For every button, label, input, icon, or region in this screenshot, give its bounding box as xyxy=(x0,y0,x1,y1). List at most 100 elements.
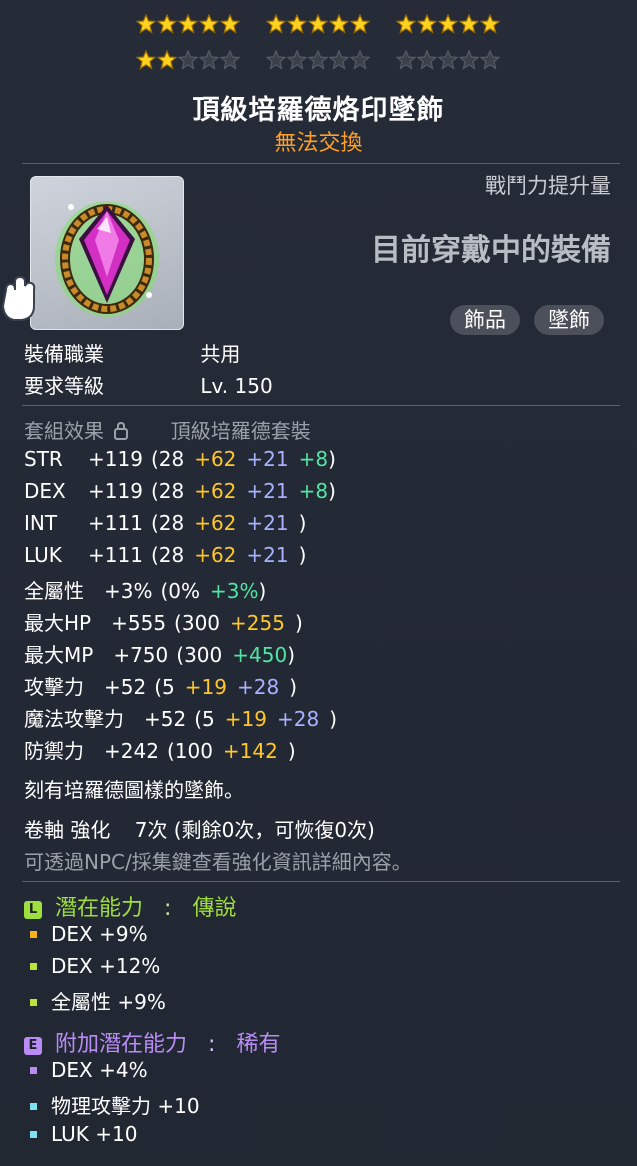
stat-name: STR xyxy=(24,447,63,471)
stat-row: 最大HP +555 (300 +255) xyxy=(24,607,303,636)
stat-flame: +255 xyxy=(230,611,285,635)
set-effect-row[interactable]: 套組效果 頂級培羅德套裝 xyxy=(24,415,311,445)
stat-base: (0% xyxy=(160,579,201,603)
stat-total: +3% xyxy=(104,579,153,603)
epic-badge-icon: E xyxy=(24,1037,42,1055)
star-empty-icon xyxy=(177,49,199,70)
star-filled-icon xyxy=(395,13,417,34)
potential-label: 潛在能力 xyxy=(55,896,144,921)
potential-line: DEX +9% xyxy=(30,922,148,946)
trade-status: 無法交換 xyxy=(274,131,363,156)
star-group xyxy=(395,49,501,70)
bullet-icon xyxy=(30,1067,37,1074)
stat-enhance: +21 xyxy=(246,447,289,471)
bullet-icon xyxy=(30,963,37,970)
stat-close: ) xyxy=(329,707,337,731)
stat-flame: +62 xyxy=(194,511,237,535)
star-filled-icon xyxy=(135,13,157,34)
level-label: 要求等級 xyxy=(24,374,104,398)
star-filled-icon xyxy=(286,13,308,34)
stat-row: 防禦力 +242 (100 +142) xyxy=(24,735,296,764)
star-empty-icon xyxy=(286,49,308,70)
star-filled-icon xyxy=(437,13,459,34)
stat-flame: +142 xyxy=(222,739,278,763)
cursor-hand-icon xyxy=(0,272,40,324)
stat-name: LUK xyxy=(24,543,62,567)
stat-close: ) xyxy=(287,739,296,763)
stat-name: 防禦力 xyxy=(24,739,84,763)
stat-total: +52 xyxy=(104,675,147,699)
star-group xyxy=(135,49,241,70)
star-filled-icon xyxy=(307,13,329,34)
stat-extra: +3% xyxy=(210,579,259,603)
lock-icon xyxy=(114,421,129,445)
stat-extra: +8 xyxy=(298,479,329,503)
star-group xyxy=(135,13,241,34)
stat-base: (28 xyxy=(150,511,185,535)
star-filled-icon xyxy=(458,13,480,34)
stat-enhance: +21 xyxy=(246,511,289,535)
divider xyxy=(22,163,620,164)
star-empty-icon xyxy=(395,49,417,70)
stat-extra: +8 xyxy=(298,447,329,471)
scroll-value: 7次 (剩餘0次，可恢復0次) xyxy=(134,818,375,842)
stat-name: 攻擊力 xyxy=(24,675,84,699)
stat-base: (5 xyxy=(194,707,215,731)
stat-name: 全屬性 xyxy=(24,579,84,603)
item-description: 刻有培羅德圖樣的墜飾。 xyxy=(24,778,244,802)
stat-close: ) xyxy=(298,511,307,535)
potential-line-text: DEX +9% xyxy=(51,922,148,946)
stat-enhance: +28 xyxy=(236,675,280,699)
stat-row: LUK +111 (28 +62 +21) xyxy=(24,543,306,567)
stat-name: 最大MP xyxy=(24,643,94,667)
additional-potential-header: E 附加潛在能力 : 稀有 xyxy=(24,1026,280,1058)
star-group xyxy=(395,13,501,34)
stat-row: 魔法攻擊力 +52 (5 +19 +28) xyxy=(24,703,337,732)
stat-row: 攻擊力 +52 (5 +19 +28) xyxy=(24,671,297,700)
divider xyxy=(22,881,620,882)
stat-total: +111 xyxy=(88,543,143,567)
star-empty-icon xyxy=(198,49,220,70)
stat-base: (100 xyxy=(166,739,213,763)
stat-base: (300 xyxy=(176,643,223,667)
additional-potential-label: 附加潛在能力 xyxy=(55,1032,188,1057)
star-filled-icon xyxy=(265,13,287,34)
stat-close: ) xyxy=(289,675,297,699)
stat-flame: +19 xyxy=(184,675,227,699)
divider xyxy=(22,405,620,406)
stat-close: ) xyxy=(287,643,295,667)
combat-power-label: 戰鬥力提升量 xyxy=(485,174,611,198)
stat-close: ) xyxy=(328,447,336,471)
job-label: 裝備職業 xyxy=(24,342,104,366)
stat-flame: +62 xyxy=(194,479,237,503)
stat-total: +119 xyxy=(88,479,143,503)
potential-line-text: DEX +12% xyxy=(51,954,161,978)
stat-row: INT +111 (28 +62 +21) xyxy=(24,511,306,535)
star-filled-icon xyxy=(328,13,350,34)
bullet-icon xyxy=(30,1103,37,1110)
job-row: 裝備職業 共用 xyxy=(24,338,240,367)
item-name: 頂級培羅德烙印墜飾 xyxy=(192,95,445,126)
star-filled-icon xyxy=(219,13,241,34)
tag-accessory: 飾品 xyxy=(450,305,520,335)
star-filled-icon xyxy=(479,13,501,34)
star-empty-icon xyxy=(349,49,371,70)
stat-extra: +450 xyxy=(232,643,288,667)
star-empty-icon xyxy=(307,49,329,70)
star-empty-icon xyxy=(479,49,501,70)
star-group xyxy=(265,13,371,34)
potential-line: DEX +12% xyxy=(30,954,160,978)
stat-flame: +19 xyxy=(224,707,267,731)
star-force-row-2 xyxy=(0,49,637,74)
scroll-label: 卷軸 強化 xyxy=(24,818,111,842)
potential-line-text: LUK +10 xyxy=(51,1122,138,1146)
potential-line: 物理攻擊力 +10 xyxy=(30,1090,200,1119)
potential-line-text: 物理攻擊力 +10 xyxy=(51,1094,200,1118)
potential-tier: 傳說 xyxy=(192,896,237,921)
star-filled-icon xyxy=(177,13,199,34)
stat-base: (300 xyxy=(174,611,221,635)
star-filled-icon xyxy=(156,49,178,70)
star-empty-icon xyxy=(458,49,480,70)
stat-flame: +62 xyxy=(194,447,237,471)
star-empty-icon xyxy=(265,49,287,70)
